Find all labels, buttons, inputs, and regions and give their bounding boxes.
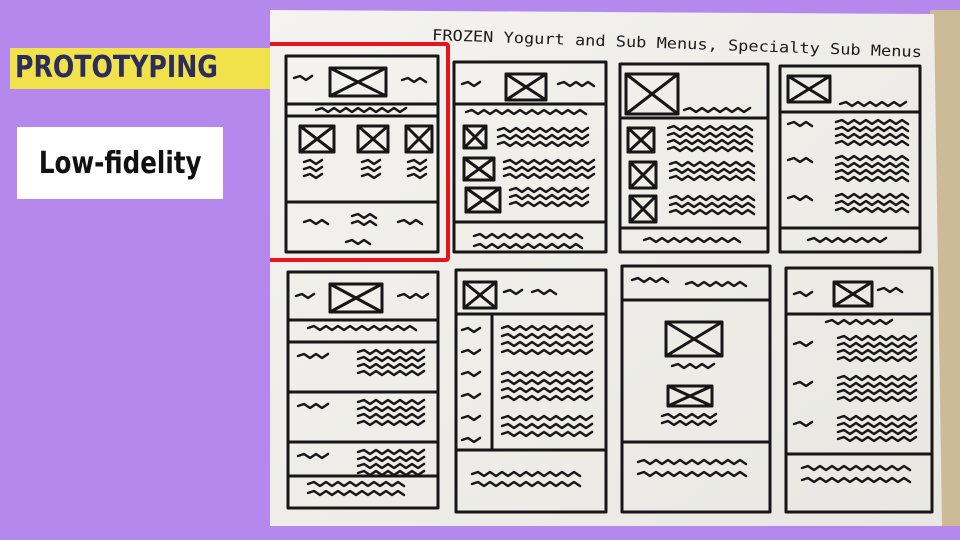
slide-title-text: PROTOTYPING (15, 50, 218, 85)
sketch-drawing: FROZEN Yogurt and Sub Menus, Specialty S… (270, 10, 960, 526)
sketch-photo: FROZEN Yogurt and Sub Menus, Specialty S… (270, 10, 960, 526)
slide-subtitle: Low-fidelity (17, 127, 223, 199)
slide-title: PROTOTYPING (10, 48, 285, 89)
slide-subtitle-text: Low-fidelity (38, 145, 202, 181)
